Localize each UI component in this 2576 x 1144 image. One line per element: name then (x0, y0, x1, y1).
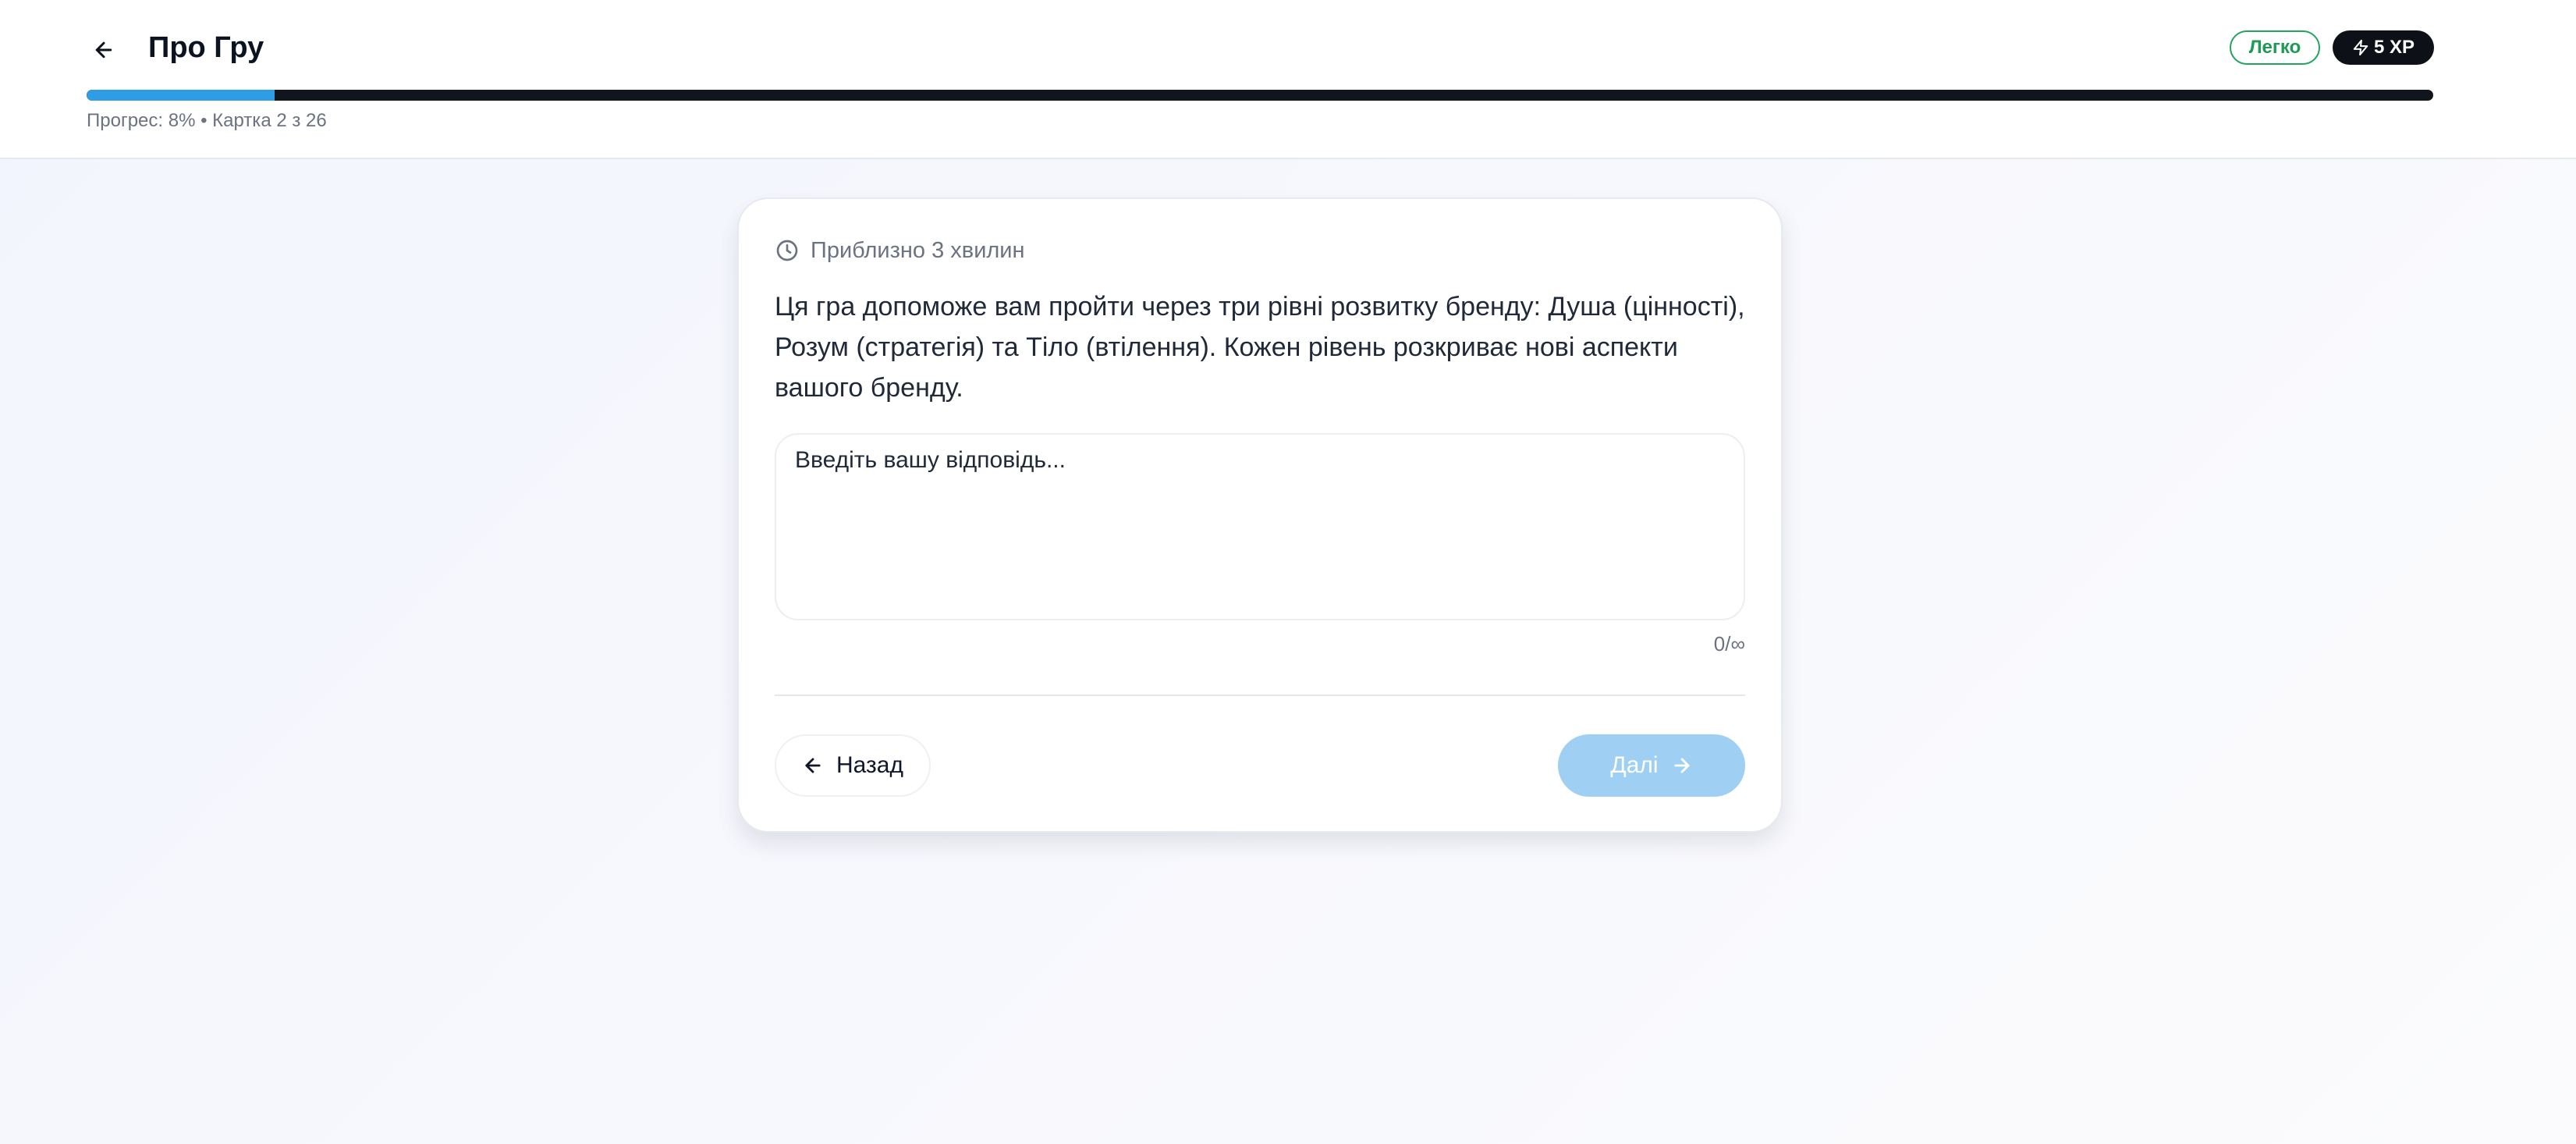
progress-bar (87, 90, 2433, 101)
arrow-right-icon (1674, 758, 1690, 773)
lightning-icon (2353, 39, 2368, 56)
next-button[interactable]: Далі (1558, 734, 1745, 797)
back-arrow-button[interactable] (92, 31, 115, 69)
xp-badge-label: 5 XP (2373, 37, 2415, 58)
clock-icon (776, 240, 798, 261)
back-button-label: Назад (836, 752, 903, 778)
arrow-left-icon (805, 758, 821, 773)
duration-estimate: Приблизно 3 хвилин (775, 236, 1025, 265)
top-bar: Про Гру Легко 5 XP Прогрес: 8% • Картка … (0, 0, 2576, 159)
answer-input[interactable] (775, 433, 1745, 620)
duration-label: Приблизно 3 хвилин (811, 238, 1025, 263)
next-button-label: Далі (1610, 752, 1659, 778)
progress-status: Прогрес: 8% • Картка 2 з 26 (87, 110, 327, 131)
back-button[interactable]: Назад (775, 734, 931, 797)
page-title: Про Гру (148, 31, 264, 64)
xp-badge: 5 XP (2333, 30, 2434, 65)
card-description: Ця гра допоможе вам пройти через три рів… (775, 292, 1745, 403)
question-card: Приблизно 3 хвилин Ця гра допоможе вам п… (737, 197, 1783, 833)
difficulty-badge: Легко (2230, 30, 2320, 65)
divider (775, 695, 1745, 696)
progress-bar-fill (87, 90, 275, 101)
arrow-left-icon (95, 41, 112, 59)
character-counter: 0/∞ (1713, 632, 1745, 655)
